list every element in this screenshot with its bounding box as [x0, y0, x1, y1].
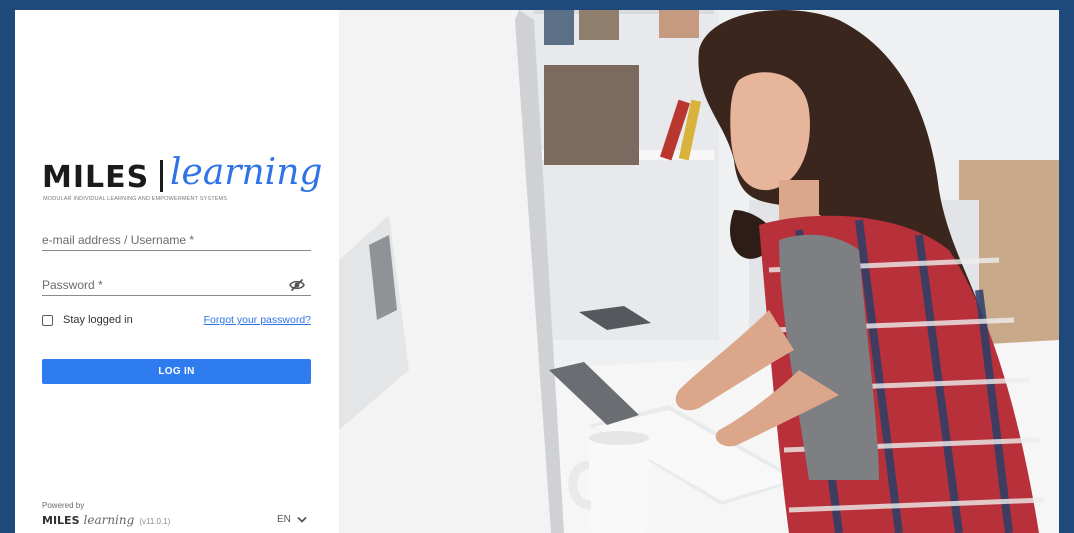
password-label: Password *	[42, 278, 103, 292]
language-selector[interactable]: EN	[277, 514, 307, 525]
miles-learning-logo: MILES learning MODULAR INDIVIDUAL LEARNI…	[42, 152, 322, 210]
app-frame: MILES learning MODULAR INDIVIDUAL LEARNI…	[15, 10, 1059, 533]
version-label: (v11.0.1)	[139, 517, 171, 526]
forgot-password-link[interactable]: Forgot your password?	[204, 314, 311, 326]
stay-logged-in-checkbox[interactable]	[42, 314, 53, 326]
footer-brand: MILES learning (v11.0.1)	[42, 513, 170, 527]
footer-brand-script: learning	[83, 513, 135, 527]
logo-wordmark: MILES	[42, 160, 150, 195]
stay-logged-in[interactable]: Stay logged in	[42, 314, 133, 326]
hero-illustration	[339, 10, 1059, 533]
language-label: EN	[277, 514, 291, 525]
logo-tagline: MODULAR INDIVIDUAL LEARNING AND EMPOWERM…	[43, 196, 228, 202]
stay-logged-in-label: Stay logged in	[63, 314, 133, 326]
powered-by-label: Powered by	[42, 501, 85, 510]
login-button[interactable]: LOG IN	[42, 359, 311, 384]
password-field[interactable]: Password *	[42, 275, 311, 296]
footer-brand-name: MILES	[42, 514, 80, 527]
logo-divider	[160, 160, 163, 192]
chevron-down-icon	[297, 516, 307, 523]
login-panel: MILES learning MODULAR INDIVIDUAL LEARNI…	[15, 10, 339, 533]
hero-photo	[339, 10, 1059, 533]
hide-password-icon[interactable]	[289, 278, 305, 292]
username-field[interactable]: e-mail address / Username *	[42, 230, 311, 251]
username-label: e-mail address / Username *	[42, 233, 195, 247]
logo-script: learning	[170, 152, 323, 193]
